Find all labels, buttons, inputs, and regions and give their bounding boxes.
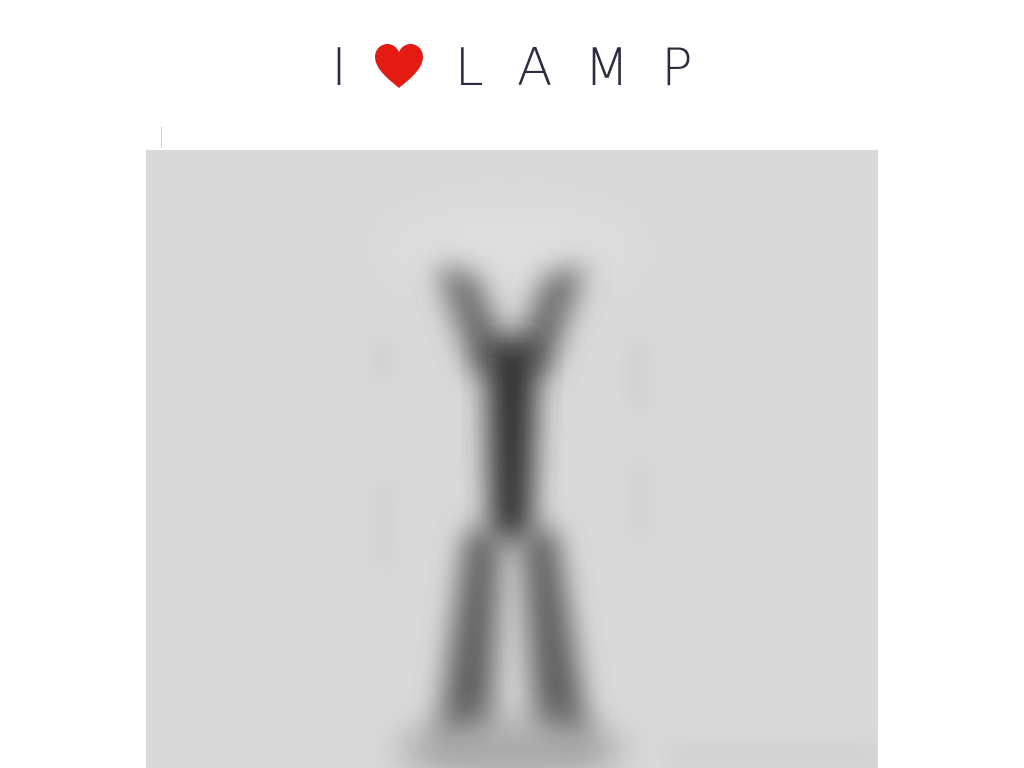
logo-letter-i: I bbox=[331, 38, 347, 98]
logo-word: LAMP bbox=[454, 38, 725, 98]
page: I LAMP bbox=[0, 0, 1024, 768]
site-logo[interactable]: I LAMP bbox=[0, 38, 1024, 98]
floor-lamp-image bbox=[146, 150, 878, 768]
heart-icon bbox=[374, 44, 423, 88]
text-cursor bbox=[161, 127, 162, 148]
product-image[interactable] bbox=[146, 150, 878, 768]
